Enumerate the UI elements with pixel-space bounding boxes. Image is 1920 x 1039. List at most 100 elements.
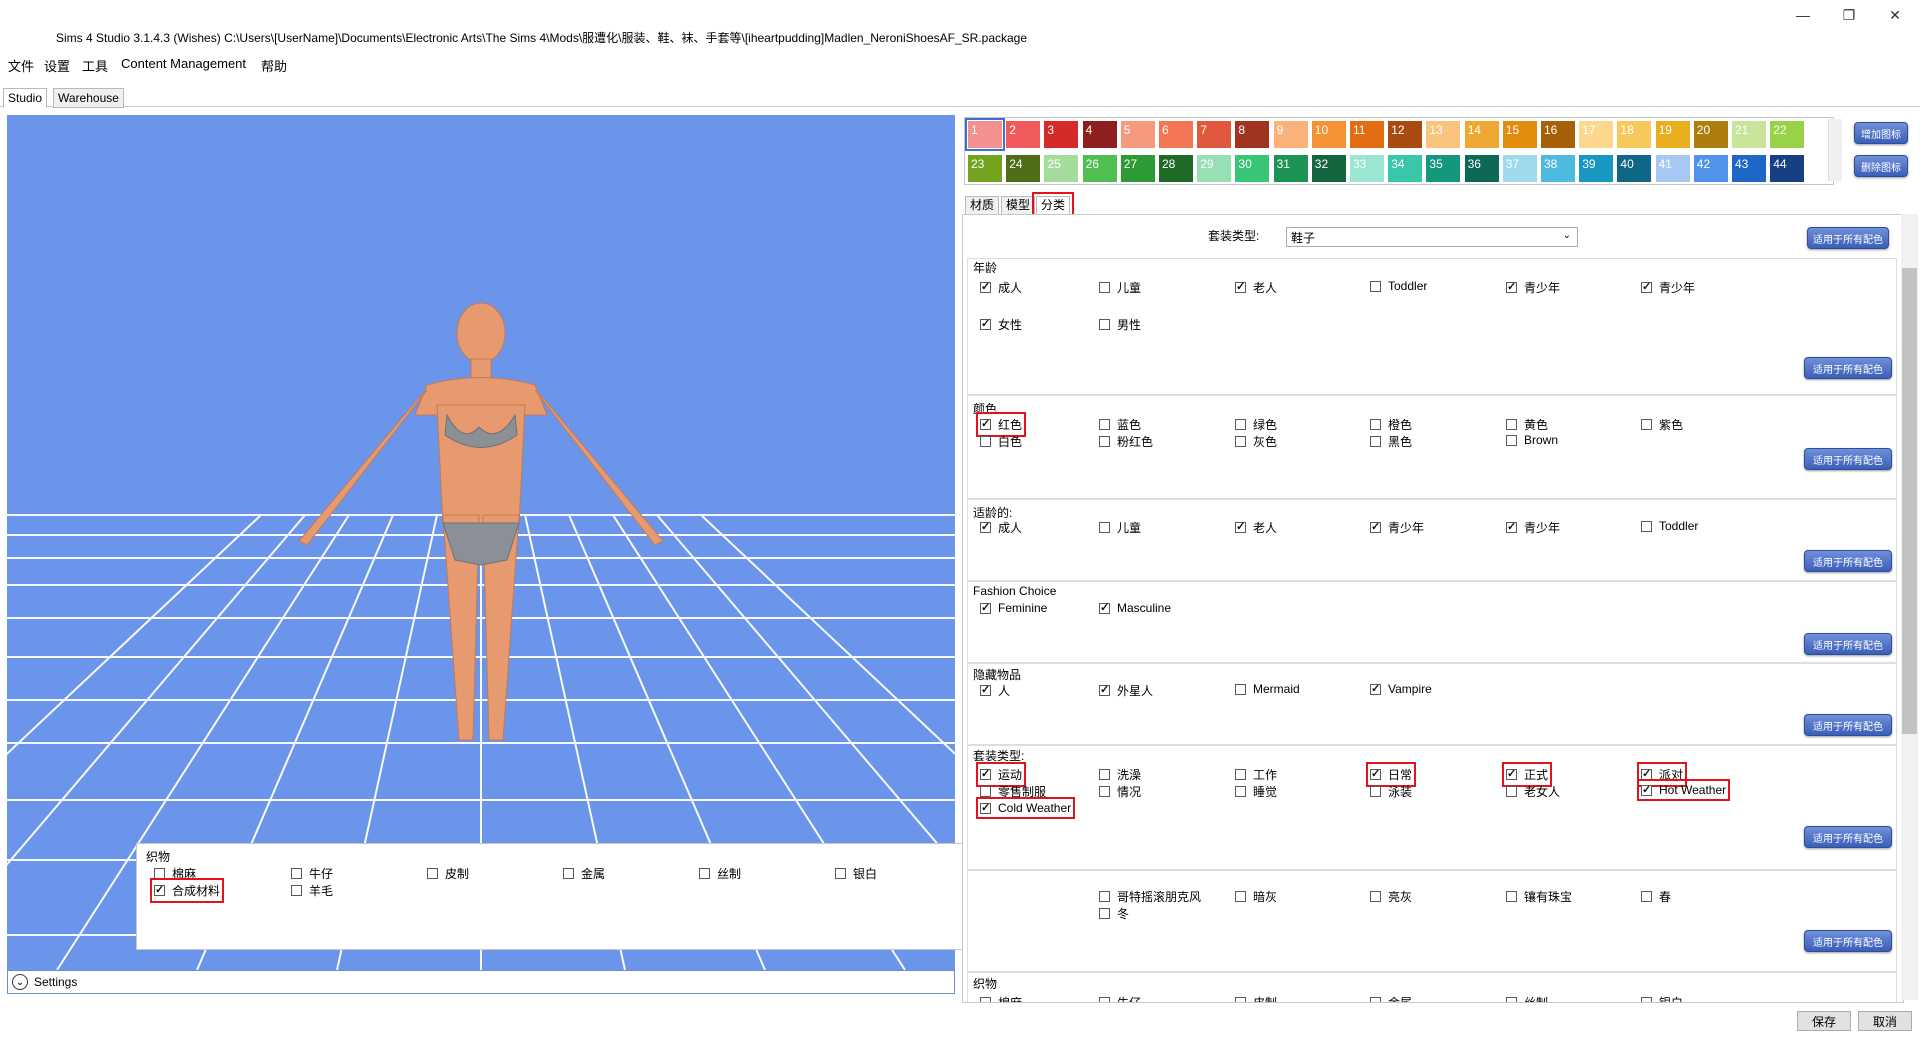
category-checkbox[interactable]: 情况 bbox=[1099, 783, 1141, 800]
color-swatch[interactable]: 17 bbox=[1579, 121, 1614, 148]
checkbox-checked-icon[interactable] bbox=[154, 883, 165, 896]
category-checkbox[interactable]: 零售制服 bbox=[980, 783, 1046, 800]
swatch-scrollbar[interactable] bbox=[1828, 119, 1842, 181]
cancel-button[interactable]: 取消 bbox=[1858, 1011, 1912, 1031]
outfit-type-apply-button[interactable]: 适用于所有配色 bbox=[1807, 227, 1889, 249]
category-checkbox[interactable]: 金属 bbox=[1370, 994, 1412, 1002]
checkbox-checked-icon[interactable] bbox=[1641, 767, 1652, 780]
checkbox-unchecked-icon[interactable] bbox=[154, 868, 165, 879]
checkbox-unchecked-icon[interactable] bbox=[1506, 786, 1517, 797]
apply-all-swatches-button[interactable]: 适用于所有配色 bbox=[1804, 714, 1892, 736]
category-checkbox[interactable]: 工作 bbox=[1235, 766, 1277, 783]
color-swatch[interactable]: 9 bbox=[1273, 121, 1308, 148]
color-swatch[interactable]: 37 bbox=[1502, 155, 1537, 182]
checkbox-unchecked-icon[interactable] bbox=[980, 997, 991, 1002]
checkbox-unchecked-icon[interactable] bbox=[1641, 891, 1652, 902]
checkbox-checked-icon[interactable] bbox=[980, 767, 991, 780]
color-swatch[interactable]: 3 bbox=[1044, 121, 1079, 148]
checkbox-checked-icon[interactable] bbox=[980, 683, 991, 696]
checkbox-unchecked-icon[interactable] bbox=[980, 436, 991, 447]
category-checkbox[interactable]: 羊毛 bbox=[291, 882, 333, 899]
category-checkbox[interactable]: 派对 bbox=[1636, 762, 1688, 787]
color-swatch[interactable]: 40 bbox=[1617, 155, 1652, 182]
category-checkbox[interactable]: 成人 bbox=[980, 279, 1022, 296]
checkbox-unchecked-icon[interactable] bbox=[1099, 997, 1110, 1002]
category-checkbox[interactable]: 蓝色 bbox=[1099, 416, 1141, 433]
apply-all-swatches-button[interactable]: 适用于所有配色 bbox=[1804, 550, 1892, 572]
checkbox-unchecked-icon[interactable] bbox=[563, 868, 574, 879]
category-checkbox[interactable]: 老人 bbox=[1235, 519, 1277, 536]
color-swatch[interactable]: 8 bbox=[1235, 121, 1270, 148]
category-checkbox[interactable]: 金属 bbox=[563, 865, 605, 882]
checkbox-unchecked-icon[interactable] bbox=[1099, 891, 1110, 902]
checkbox-unchecked-icon[interactable] bbox=[1099, 786, 1110, 797]
checkbox-unchecked-icon[interactable] bbox=[1235, 891, 1246, 902]
checkbox-checked-icon[interactable] bbox=[980, 317, 991, 330]
category-checkbox[interactable]: 外星人 bbox=[1099, 682, 1153, 699]
checkbox-checked-icon[interactable] bbox=[980, 601, 991, 614]
minimize-button[interactable]: — bbox=[1780, 0, 1826, 30]
checkbox-unchecked-icon[interactable] bbox=[1099, 769, 1110, 780]
checkbox-checked-icon[interactable] bbox=[1235, 280, 1246, 293]
category-checkbox[interactable]: 亮灰 bbox=[1370, 888, 1412, 905]
checkbox-unchecked-icon[interactable] bbox=[1235, 683, 1246, 695]
color-swatch[interactable]: 39 bbox=[1579, 155, 1614, 182]
category-checkbox[interactable]: 牛仔 bbox=[1099, 994, 1141, 1002]
category-checkbox[interactable]: Cold Weather bbox=[975, 797, 1076, 819]
color-swatch[interactable]: 30 bbox=[1235, 155, 1270, 182]
color-swatch[interactable]: 12 bbox=[1388, 121, 1423, 148]
tab-model[interactable]: 模型 bbox=[1001, 196, 1036, 215]
category-checkbox[interactable]: 儿童 bbox=[1099, 519, 1141, 536]
checkbox-checked-icon[interactable] bbox=[1370, 767, 1381, 780]
checkbox-unchecked-icon[interactable] bbox=[1099, 522, 1110, 533]
checkbox-unchecked-icon[interactable] bbox=[1099, 908, 1110, 919]
category-checkbox[interactable]: 青少年 bbox=[1506, 519, 1560, 536]
category-checkbox[interactable]: Toddler bbox=[1641, 519, 1698, 533]
color-swatch[interactable]: 35 bbox=[1426, 155, 1461, 182]
save-button[interactable]: 保存 bbox=[1797, 1011, 1851, 1031]
checkbox-checked-icon[interactable] bbox=[1099, 601, 1110, 614]
checkbox-unchecked-icon[interactable] bbox=[1370, 786, 1381, 797]
category-checkbox[interactable]: 老人 bbox=[1235, 279, 1277, 296]
checkbox-unchecked-icon[interactable] bbox=[1099, 436, 1110, 447]
apply-all-swatches-button[interactable]: 适用于所有配色 bbox=[1804, 633, 1892, 655]
color-swatch[interactable]: 6 bbox=[1159, 121, 1193, 148]
checkbox-unchecked-icon[interactable] bbox=[699, 868, 710, 879]
checkbox-checked-icon[interactable] bbox=[1506, 520, 1517, 533]
checkbox-unchecked-icon[interactable] bbox=[835, 868, 846, 879]
checkbox-checked-icon[interactable] bbox=[1506, 280, 1517, 293]
color-swatch[interactable]: 29 bbox=[1197, 155, 1232, 182]
color-swatch[interactable]: 23 bbox=[968, 155, 1002, 182]
apply-all-swatches-button[interactable]: 适用于所有配色 bbox=[1804, 448, 1892, 470]
category-checkbox[interactable]: 棉麻 bbox=[980, 994, 1022, 1002]
color-swatch[interactable]: 28 bbox=[1159, 155, 1193, 182]
apply-all-swatches-button[interactable]: 适用于所有配色 bbox=[1804, 930, 1892, 952]
color-swatch[interactable]: 26 bbox=[1082, 155, 1117, 182]
checkbox-checked-icon[interactable] bbox=[1235, 520, 1246, 533]
category-checkbox[interactable]: Feminine bbox=[980, 601, 1047, 615]
category-checkbox[interactable]: 哥特摇滚朋克风 bbox=[1099, 888, 1201, 905]
menu-settings[interactable]: 设置 bbox=[44, 56, 70, 75]
category-checkbox[interactable]: 粉红色 bbox=[1099, 433, 1153, 450]
category-checkbox[interactable]: Masculine bbox=[1099, 601, 1171, 615]
checkbox-unchecked-icon[interactable] bbox=[1235, 769, 1246, 780]
color-swatch[interactable]: 33 bbox=[1350, 155, 1384, 182]
color-swatch[interactable]: 4 bbox=[1082, 121, 1117, 148]
color-swatch[interactable]: 11 bbox=[1350, 121, 1384, 148]
category-checkbox[interactable]: Brown bbox=[1506, 433, 1558, 447]
color-swatch[interactable]: 2 bbox=[1006, 121, 1041, 148]
category-checkbox[interactable]: 睡觉 bbox=[1235, 783, 1277, 800]
category-checkbox[interactable]: 儿童 bbox=[1099, 279, 1141, 296]
tab-studio[interactable]: Studio bbox=[3, 88, 48, 108]
checkbox-unchecked-icon[interactable] bbox=[291, 868, 302, 879]
category-checkbox[interactable]: Toddler bbox=[1370, 279, 1427, 293]
checkbox-unchecked-icon[interactable] bbox=[291, 885, 302, 896]
add-swatch-button[interactable]: 增加图标 bbox=[1854, 122, 1908, 144]
category-checkbox[interactable]: 牛仔 bbox=[291, 865, 333, 882]
checkbox-unchecked-icon[interactable] bbox=[1235, 436, 1246, 447]
color-swatch[interactable]: 42 bbox=[1693, 155, 1728, 182]
category-checkbox[interactable]: 黑色 bbox=[1370, 433, 1412, 450]
category-checkbox[interactable]: Hot Weather bbox=[1636, 779, 1731, 801]
checkbox-unchecked-icon[interactable] bbox=[1235, 419, 1246, 430]
color-swatch[interactable]: 38 bbox=[1541, 155, 1575, 182]
